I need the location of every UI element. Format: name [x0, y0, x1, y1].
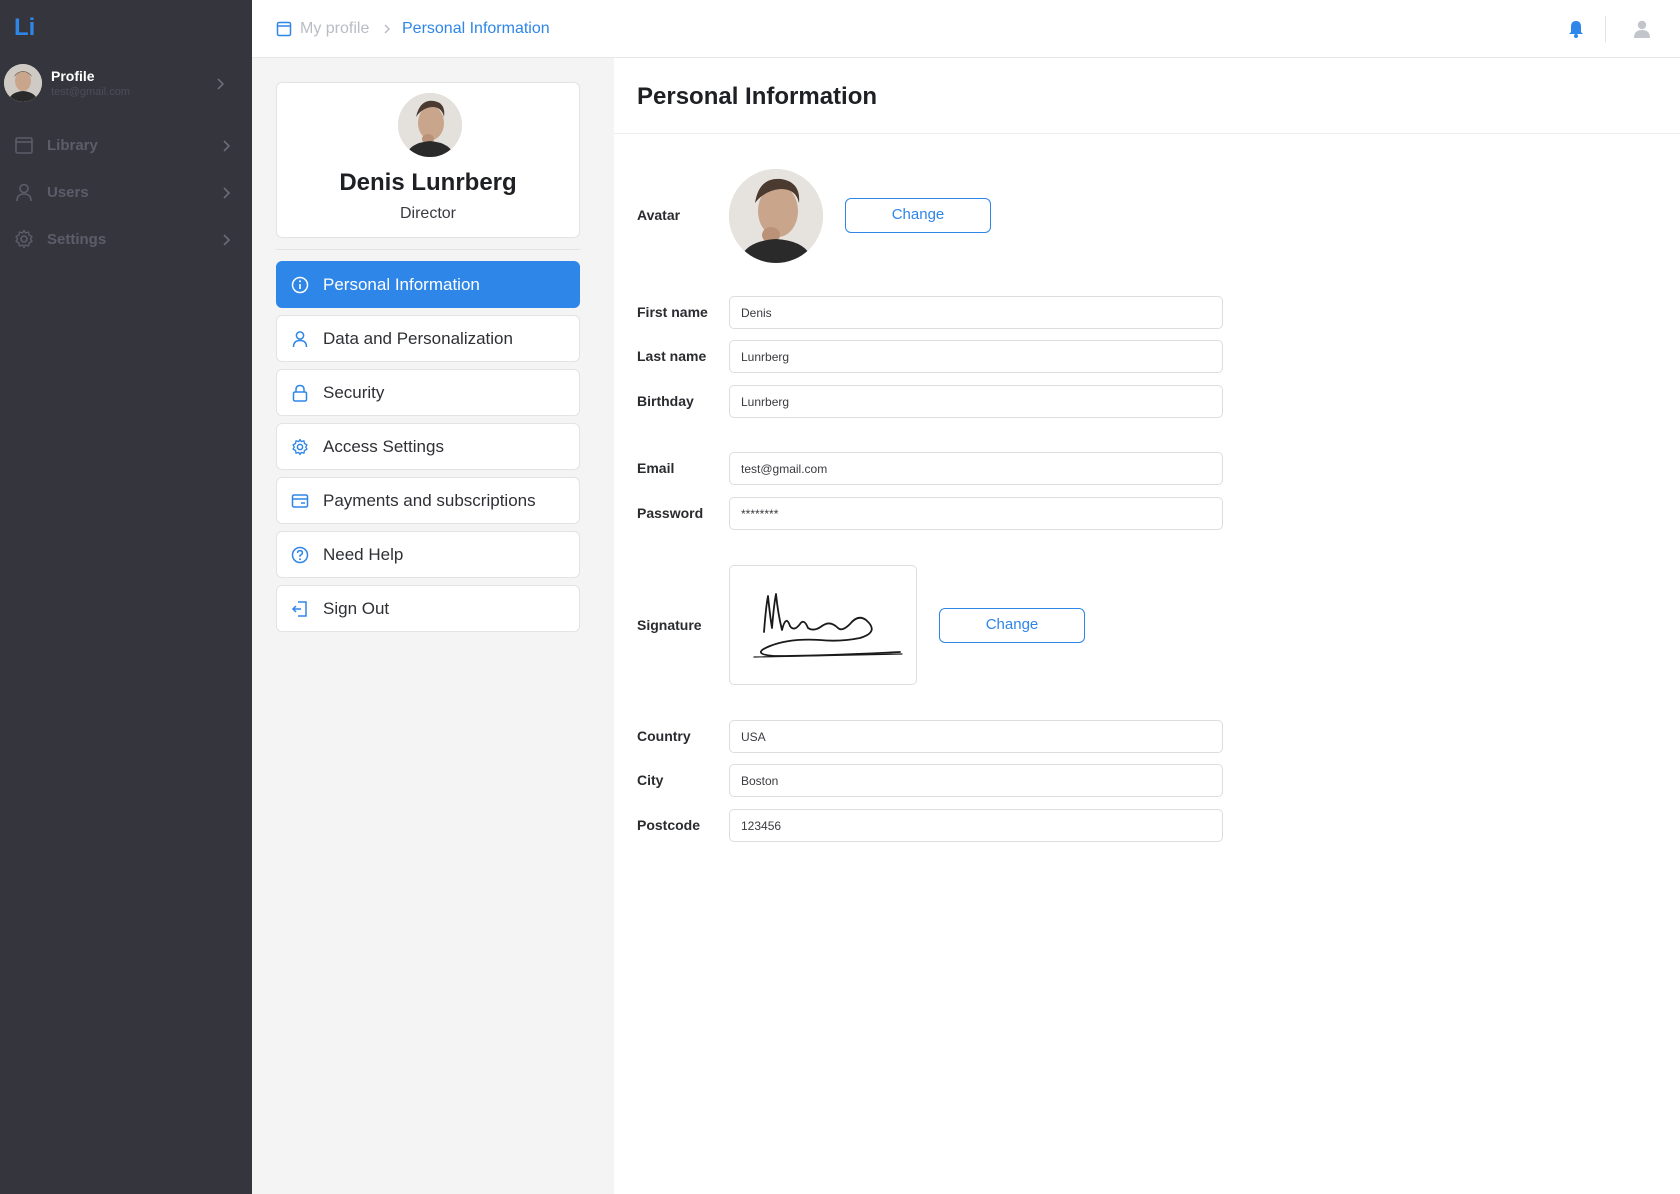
sidebar-item-settings[interactable]: Settings [14, 228, 236, 252]
breadcrumb-my-profile[interactable]: My profile [300, 20, 369, 38]
password-value: ******** [741, 507, 779, 521]
sidebar: Li Profile test@gmail.com Library Users … [0, 0, 252, 1194]
menu-item-label: Sign Out [323, 599, 390, 618]
sign-out-icon [291, 601, 307, 617]
divider [1605, 16, 1606, 42]
chevron-right-icon [217, 78, 225, 90]
profile-nav-panel: Denis Lunrberg Director Personal Informa… [252, 58, 614, 1194]
avatar [398, 93, 462, 157]
personal-information-form: Personal Information Avatar Change First… [614, 58, 1680, 1194]
avatar [729, 169, 823, 263]
birthday-field[interactable]: Lunrberg [729, 385, 1223, 418]
menu-item-personal-information[interactable]: Personal Information [276, 261, 580, 308]
birthday-label: Birthday [637, 393, 694, 409]
menu-item-label: Personal Information [323, 275, 480, 294]
signature-box [729, 565, 917, 685]
divider [276, 249, 580, 250]
library-icon [276, 21, 292, 37]
sidebar-item-users[interactable]: Users [14, 181, 236, 205]
gear-icon [15, 229, 33, 249]
postcode-label: Postcode [637, 817, 701, 833]
profile-card: Denis Lunrberg Director [276, 82, 580, 238]
menu-item-data-personalization[interactable]: Data and Personalization [276, 315, 580, 362]
menu-item-security[interactable]: Security [276, 369, 580, 416]
chevron-right-icon [223, 234, 231, 246]
menu-item-access-settings[interactable]: Access Settings [276, 423, 580, 470]
sidebar-item-label: Users [47, 184, 89, 201]
chevron-right-icon [223, 187, 231, 199]
sidebar-profile-email: test@gmail.com [51, 86, 131, 98]
email-label: Email [637, 460, 675, 476]
library-icon [15, 137, 33, 154]
wallet-icon [291, 494, 309, 508]
change-signature-button[interactable]: Change [939, 608, 1085, 643]
last-name-label: Last name [637, 348, 707, 364]
city-field[interactable]: Boston [729, 764, 1223, 797]
postcode-value: 123456 [741, 819, 782, 833]
gear-icon [292, 438, 308, 456]
sidebar-profile-name: Profile [51, 68, 95, 84]
app-logo: Li [14, 14, 36, 41]
menu-item-label: Security [323, 383, 385, 402]
city-label: City [637, 772, 664, 788]
profile-name: Denis Lunrberg [339, 169, 517, 196]
info-icon [291, 276, 309, 294]
sidebar-item-label: Library [47, 137, 98, 154]
menu-item-label: Need Help [323, 545, 404, 564]
chevron-right-icon [223, 140, 231, 152]
menu-item-label: Payments and subscriptions [323, 491, 536, 510]
sidebar-item-label: Settings [47, 231, 107, 248]
last-name-value: Lunrberg [741, 350, 790, 364]
city-value: Boston [741, 774, 779, 788]
sidebar-item-library[interactable]: Library [14, 134, 236, 158]
breadcrumb-current: Personal Information [402, 20, 550, 37]
divider [614, 133, 1680, 134]
country-field[interactable]: USA [729, 720, 1223, 753]
page-title: Personal Information [637, 83, 878, 110]
first-name-field[interactable]: Denis [729, 296, 1223, 329]
avatar [4, 64, 42, 102]
chevron-right-icon [384, 24, 390, 34]
birthday-value: Lunrberg [741, 395, 790, 409]
signature-image [753, 593, 903, 658]
profile-role: Director [399, 205, 456, 222]
change-avatar-button[interactable]: Change [845, 198, 991, 233]
avatar-label: Avatar [637, 207, 681, 223]
menu-item-label: Data and Personalization [323, 329, 513, 348]
password-field[interactable]: ******** [729, 497, 1223, 530]
menu-item-sign-out[interactable]: Sign Out [276, 585, 580, 632]
menu-item-need-help[interactable]: Need Help [276, 531, 580, 578]
user-icon [292, 331, 308, 348]
menu-item-payments[interactable]: Payments and subscriptions [276, 477, 580, 524]
top-bar: My profile Personal Information [252, 0, 1680, 58]
bell-icon[interactable] [1566, 19, 1586, 39]
password-label: Password [637, 505, 704, 521]
first-name-label: First name [637, 304, 708, 320]
sidebar-profile[interactable]: Profile test@gmail.com [4, 64, 244, 104]
last-name-field[interactable]: Lunrberg [729, 340, 1223, 373]
first-name-value: Denis [741, 306, 772, 320]
signature-label: Signature [637, 617, 702, 633]
help-icon [291, 546, 309, 564]
email-value: test@gmail.com [741, 462, 828, 476]
country-label: Country [637, 728, 691, 744]
menu-item-label: Access Settings [323, 437, 444, 456]
user-icon[interactable] [1632, 19, 1652, 39]
country-value: USA [741, 730, 766, 744]
email-field[interactable]: test@gmail.com [729, 452, 1223, 485]
lock-icon [292, 384, 308, 402]
postcode-field[interactable]: 123456 [729, 809, 1223, 842]
user-icon [16, 183, 32, 202]
